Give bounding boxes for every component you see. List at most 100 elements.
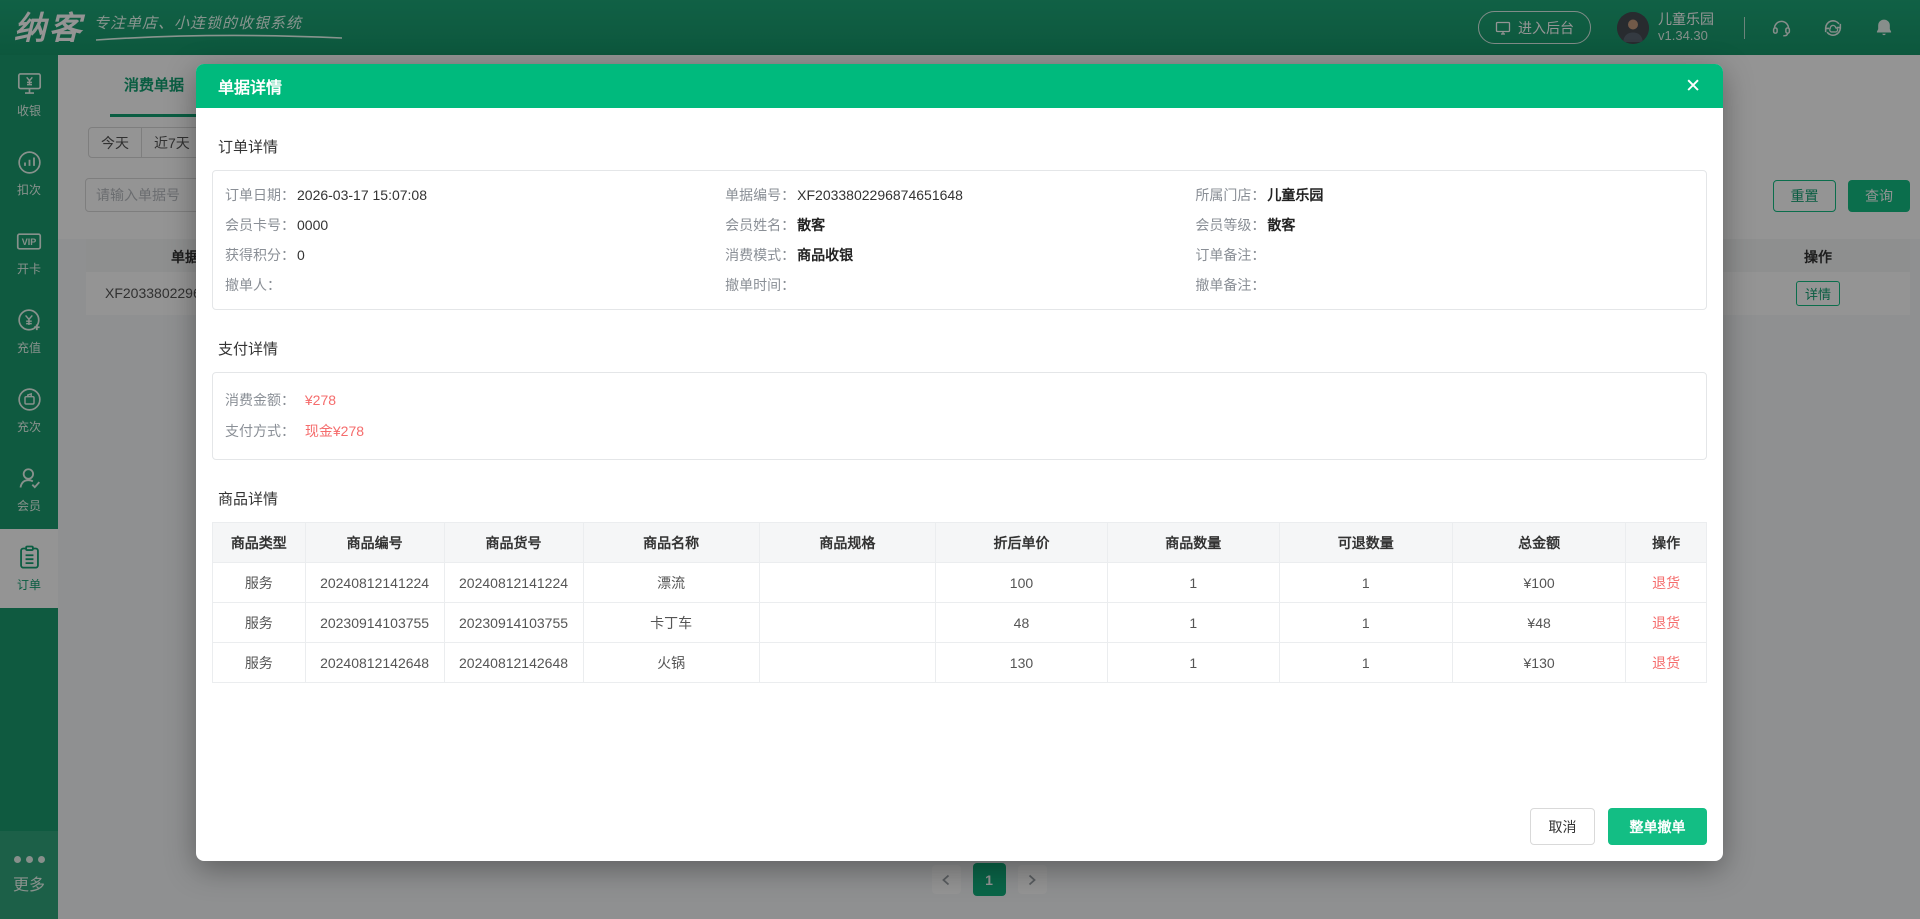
order-field-value: 2026-03-17 15:07:08 bbox=[297, 187, 427, 203]
product-table: 商品类型 商品编号 商品货号 商品名称 商品规格 折后单价 商品数量 可退数量 总金额 操作 服务… bbox=[212, 522, 1707, 683]
order-field-value: 0 bbox=[297, 247, 305, 263]
product-cell: 退货 bbox=[1625, 562, 1707, 603]
void-order-button[interactable]: 整单撤单 bbox=[1608, 808, 1707, 845]
product-cell bbox=[758, 562, 937, 603]
product-column-header: 商品规格 bbox=[758, 522, 937, 563]
order-field-label: 订单日期： bbox=[225, 187, 295, 203]
payment-amount-label: 消费金额： bbox=[225, 392, 295, 408]
product-column-header: 操作 bbox=[1625, 522, 1707, 563]
return-goods-link[interactable]: 退货 bbox=[1652, 575, 1680, 591]
screen: 纳客 专注单店、小连锁的收银系统 进入后台 儿童乐园 v1.34.30 收银 扣… bbox=[0, 0, 1920, 919]
order-field-value: 散客 bbox=[1267, 217, 1296, 233]
product-cell: 1 bbox=[1278, 602, 1453, 643]
order-field-label: 撤单人： bbox=[225, 277, 281, 293]
product-cell: ¥100 bbox=[1451, 562, 1627, 603]
order-field: 撤单人： bbox=[213, 270, 713, 300]
modal-header: 单据详情 ✕ bbox=[196, 64, 1723, 108]
order-field: 获得积分： 0 bbox=[213, 240, 713, 270]
product-cell: ¥48 bbox=[1451, 602, 1627, 643]
close-icon[interactable]: ✕ bbox=[1685, 77, 1701, 96]
product-cell: 20240812142648 bbox=[443, 642, 584, 683]
product-column-header: 折后单价 bbox=[935, 522, 1108, 563]
product-row: 服务 20230914103755 20230914103755 卡丁车 48 1 1 ¥48… bbox=[212, 602, 1707, 643]
product-cell: 服务 bbox=[212, 602, 306, 643]
payment-box: 消费金额： ¥278 支付方式： 现金¥278 bbox=[212, 372, 1707, 460]
product-cell: 服务 bbox=[212, 562, 306, 603]
product-table-body: 服务 20240812141224 20240812141224 漂流 100 1 1 ¥10… bbox=[212, 562, 1707, 683]
order-field-label: 会员姓名： bbox=[725, 217, 796, 233]
order-field-label: 所属门店： bbox=[1195, 187, 1266, 203]
product-column-header: 可退数量 bbox=[1278, 522, 1453, 563]
payment-amount-row: 消费金额： ¥278 bbox=[213, 385, 1706, 416]
product-cell: 漂流 bbox=[582, 562, 760, 603]
order-field-value: 散客 bbox=[797, 217, 826, 233]
product-row: 服务 20240812142648 20240812142648 火锅 130 1 1 ¥13… bbox=[212, 642, 1707, 683]
payment-section-title: 支付详情 bbox=[218, 341, 279, 358]
product-cell bbox=[758, 602, 937, 643]
product-column-header: 商品名称 bbox=[582, 522, 760, 563]
order-detail-modal: 单据详情 ✕ 订单详情 订单日期： 2026-03-17 15:07:08 单据编号… bbox=[196, 64, 1723, 861]
payment-method-value: 现金¥278 bbox=[304, 423, 365, 439]
order-field: 订单日期： 2026-03-17 15:07:08 bbox=[213, 180, 713, 210]
order-fields-grid: 订单日期： 2026-03-17 15:07:08 单据编号： XF203380229… bbox=[212, 170, 1707, 310]
order-field-value: 0000 bbox=[297, 217, 329, 233]
product-header-row: 商品类型 商品编号 商品货号 商品名称 商品规格 折后单价 商品数量 可退数量 总金额 操作 bbox=[212, 522, 1707, 563]
order-field-value: 商品收银 bbox=[797, 247, 854, 263]
product-column-header: 总金额 bbox=[1451, 522, 1627, 563]
product-table-head: 商品类型 商品编号 商品货号 商品名称 商品规格 折后单价 商品数量 可退数量 总金额 操作 bbox=[212, 522, 1707, 563]
product-cell: 火锅 bbox=[582, 642, 760, 683]
product-cell: 1 bbox=[1106, 642, 1280, 683]
payment-method-label: 支付方式： bbox=[225, 423, 295, 439]
product-column-header: 商品数量 bbox=[1106, 522, 1280, 563]
modal-body: 订单详情 订单日期： 2026-03-17 15:07:08 单据编号： XF2033… bbox=[196, 108, 1723, 861]
product-cell: 服务 bbox=[212, 642, 306, 683]
product-cell: 退货 bbox=[1625, 642, 1707, 683]
product-cell: 48 bbox=[935, 602, 1108, 643]
order-field: 单据编号： XF2033802296874651648 bbox=[713, 180, 1183, 210]
product-cell: 卡丁车 bbox=[582, 602, 760, 643]
product-row: 服务 20240812141224 20240812141224 漂流 100 1 1 ¥10… bbox=[212, 562, 1707, 603]
order-field-value: 儿童乐园 bbox=[1267, 187, 1324, 203]
order-field: 消费模式： 商品收银 bbox=[713, 240, 1183, 270]
order-field-label: 获得积分： bbox=[225, 247, 295, 263]
product-section-title: 商品详情 bbox=[218, 491, 279, 508]
product-column-header: 商品货号 bbox=[443, 522, 584, 563]
product-cell: 20230914103755 bbox=[304, 602, 445, 643]
order-field-label: 会员等级： bbox=[1195, 217, 1266, 233]
modal-title: 单据详情 bbox=[218, 80, 283, 97]
modal-footer: 取消 整单撤单 bbox=[1530, 808, 1707, 845]
order-field: 撤单时间： bbox=[713, 270, 1183, 300]
cancel-button[interactable]: 取消 bbox=[1530, 808, 1595, 845]
product-cell: 退货 bbox=[1625, 602, 1707, 643]
payment-amount-value: ¥278 bbox=[304, 392, 337, 408]
order-field-label: 单据编号： bbox=[725, 187, 796, 203]
order-field: 会员卡号： 0000 bbox=[213, 210, 713, 240]
payment-method-row: 支付方式： 现金¥278 bbox=[213, 416, 1706, 447]
order-field: 会员等级： 散客 bbox=[1183, 210, 1706, 240]
product-cell: 20240812141224 bbox=[304, 562, 445, 603]
product-column-header: 商品类型 bbox=[212, 522, 306, 563]
product-cell: 20230914103755 bbox=[443, 602, 584, 643]
order-field-label: 订单备注： bbox=[1195, 247, 1266, 263]
order-field: 会员姓名： 散客 bbox=[713, 210, 1183, 240]
order-field: 撤单备注： bbox=[1183, 270, 1706, 300]
product-cell bbox=[758, 642, 937, 683]
return-goods-link[interactable]: 退货 bbox=[1652, 615, 1680, 631]
product-cell: 1 bbox=[1278, 562, 1453, 603]
order-field-label: 撤单时间： bbox=[725, 277, 796, 293]
order-field-label: 消费模式： bbox=[725, 247, 796, 263]
product-cell: 20240812141224 bbox=[443, 562, 584, 603]
product-cell: 100 bbox=[935, 562, 1108, 603]
order-field: 所属门店： 儿童乐园 bbox=[1183, 180, 1706, 210]
product-cell: 1 bbox=[1106, 562, 1280, 603]
product-column-header: 商品编号 bbox=[304, 522, 445, 563]
product-cell: 1 bbox=[1106, 602, 1280, 643]
product-cell: ¥130 bbox=[1451, 642, 1627, 683]
order-field-label: 会员卡号： bbox=[225, 217, 295, 233]
product-cell: 1 bbox=[1278, 642, 1453, 683]
order-field-label: 撤单备注： bbox=[1195, 277, 1266, 293]
order-field: 订单备注： bbox=[1183, 240, 1706, 270]
order-section-title: 订单详情 bbox=[218, 139, 279, 156]
order-field-value: XF2033802296874651648 bbox=[797, 187, 963, 203]
return-goods-link[interactable]: 退货 bbox=[1652, 655, 1680, 671]
